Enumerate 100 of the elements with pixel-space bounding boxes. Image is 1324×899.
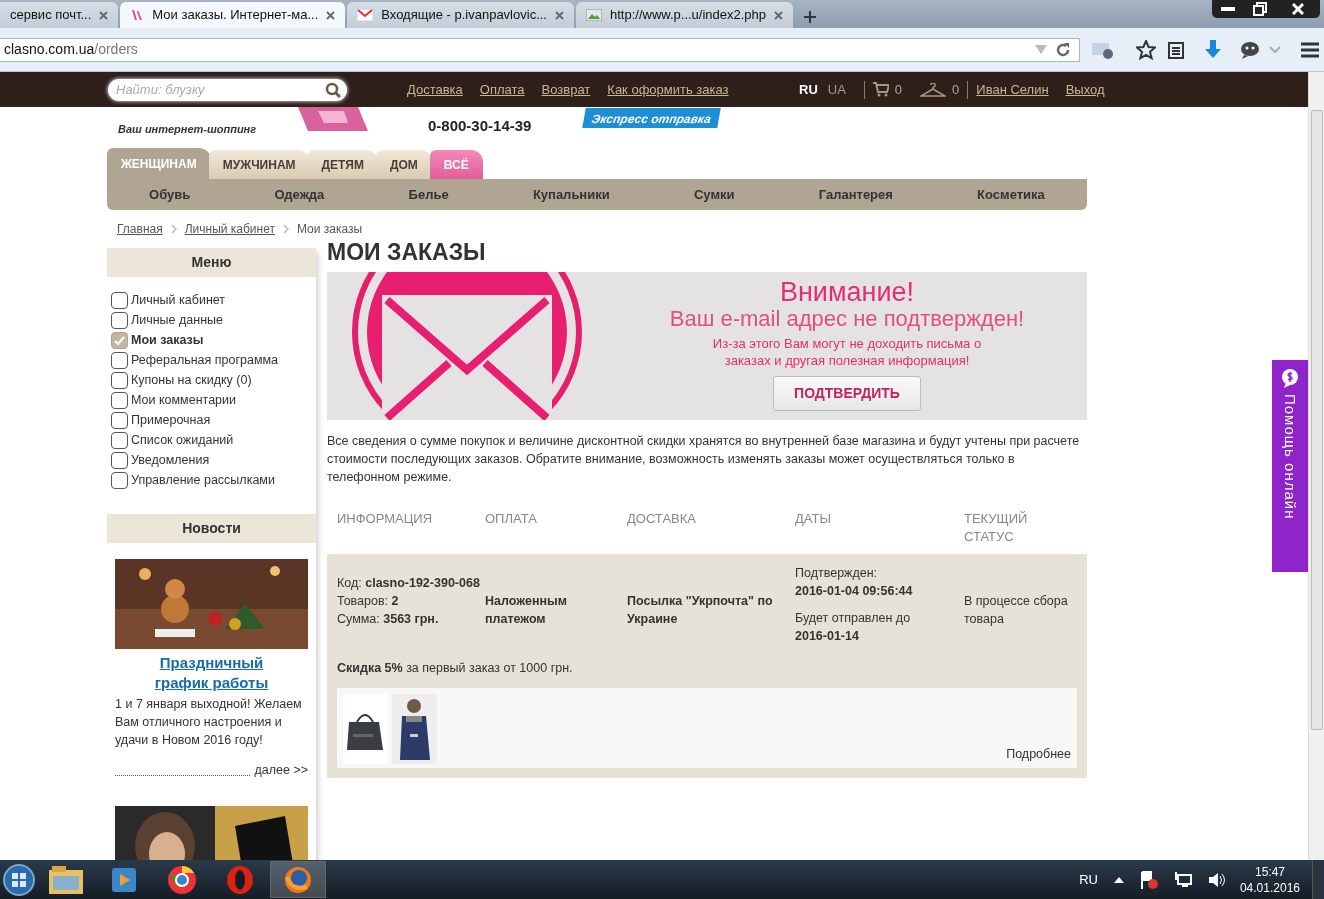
column-header: ДАТЫ [795,510,832,528]
header-link[interactable]: Возврат [541,79,591,100]
checkbox[interactable] [111,311,128,329]
menu-item[interactable]: Мои комментарии [107,390,316,410]
subcategory-link[interactable]: Галантерея [818,184,893,205]
header-link[interactable]: Как оформить заказ [607,79,729,100]
clock-date[interactable]: 04.01.2016 [1239,879,1300,896]
address-field[interactable]: clasno.com.ua/orders [0,37,1080,62]
start-button[interactable] [2,862,36,897]
network-icon[interactable] [1173,871,1192,888]
menu-item[interactable]: Список ожиданий [107,430,316,450]
confirm-button[interactable]: ПОДТВЕРДИТЬ [773,376,921,411]
subcategory-link[interactable]: Белье [408,184,449,205]
more-link[interactable]: далее >> [254,761,308,780]
discount-note: Скидка 5% за первый заказ от 1000 грн. [337,660,574,677]
details-link[interactable]: Подробнее [1006,745,1071,764]
news-title-link[interactable]: Праздничный график работы [137,653,286,693]
category-tab[interactable]: ДОМ [375,150,432,179]
breadcrumb-link[interactable]: Личный кабинет [184,220,275,238]
menu-item[interactable]: Купоны на скидку (0) [107,370,316,390]
language-option[interactable]: UA [827,79,846,100]
order-info: Сумма: 3563 грн. [337,611,440,628]
express-badge: Экспресс отправка [582,108,721,128]
date-label: Подтвержден: [795,565,879,582]
payment-method: Наложенным платежом [485,593,568,628]
subcategory-link[interactable]: Сумки [693,184,735,205]
menu-icon[interactable] [1300,41,1320,58]
date-label: Будет отправлен до [795,610,912,627]
clipboard-icon[interactable] [1168,40,1184,59]
checkbox[interactable] [111,391,128,409]
chat-icon [1280,368,1300,388]
hanger-icon[interactable] [920,82,947,97]
breadcrumb-link[interactable]: Главная [117,220,163,238]
chat-icon[interactable] [1240,40,1260,59]
checkbox[interactable] [111,411,128,429]
language-option[interactable]: RU [799,79,818,100]
checkbox[interactable] [111,451,128,469]
news-heading: Новости [107,514,316,543]
date-value: 2016-01-04 09:56:44 [795,583,914,600]
restore-icon[interactable] [1253,2,1267,16]
phone-number: 0-800-30-14-39 [428,116,533,136]
bookmark-star-icon[interactable] [1136,39,1156,60]
subcategory-link[interactable]: Обувь [149,184,191,205]
keyboard-language[interactable]: RU [1079,869,1098,890]
header-link[interactable]: Доставка [407,79,463,100]
search-icon[interactable] [325,81,341,98]
favicon-icon [357,9,374,21]
logout-link[interactable]: Выход [1065,79,1105,100]
favicon-icon [585,9,602,21]
column-header: ОПЛАТА [485,510,538,528]
help-tab[interactable]: Помощь онлайн [1272,360,1308,572]
user-link[interactable]: Иван Селин [976,79,1049,100]
category-tab[interactable]: ДЕТЯМ [307,150,378,179]
browser-tab[interactable]: Входящие - p.ivanpavlovic... [347,2,574,28]
cart-icon[interactable] [872,82,889,97]
menu-item[interactable]: Управление рассылками [107,470,316,490]
header-link[interactable]: Оплата [479,79,525,100]
news-text: 1 и 7 января выходной! Желаем Вам отличного настроения и удачи в Новом 2016 году! [114,696,303,749]
fitting-count: 0 [952,80,960,99]
download-icon[interactable] [1204,39,1222,60]
menu-item[interactable]: Мои заказы [107,330,316,350]
checkbox[interactable] [111,431,128,449]
search-field[interactable]: Найти: блузку [108,78,347,101]
browser-tab[interactable]: Мои заказы. Интернет-ма... [120,2,346,28]
tray-arrow-icon[interactable] [1113,876,1124,883]
checkbox[interactable] [111,471,128,489]
alert-heading: Внимание! [779,278,915,307]
delivery-method: Посылка "Укрпочта" по Украине [627,593,774,628]
menu-item[interactable]: Реферальная программа [107,350,316,370]
subcategory-link[interactable]: Косметика [977,184,1045,205]
alert-text: Из-за этого Вам могут не доходить письма о заказах и другая полезная информация! [711,335,983,369]
clock-time[interactable]: 15:47 [1239,863,1300,880]
column-header: ТЕКУЩИЙ СТАТУС [964,510,1029,546]
checkbox[interactable] [111,351,128,369]
flag-icon[interactable] [1139,870,1158,889]
tagline: Ваш интернет-шоппинг [118,122,258,137]
category-tab[interactable]: МУЖЧИНАМ [208,150,310,179]
checkbox[interactable] [111,371,128,389]
date-value: 2016-01-14 [795,628,860,645]
chevron-icon [170,224,177,234]
logo-icon[interactable] [298,107,368,131]
menu-heading: Меню [107,248,316,277]
checkbox[interactable] [111,291,128,309]
menu-item[interactable]: Уведомления [107,450,316,470]
browser-tab[interactable]: сервис почт... [0,2,119,28]
checkbox[interactable] [111,331,128,349]
menu-item[interactable]: Личный кабинет [107,290,316,310]
order-info: Код: clasno-192-390-068 [337,575,481,592]
new-tab-icon[interactable] [803,10,818,24]
alert-subheading: Ваш e-mail адрес не подтвержден! [669,307,1025,331]
order-info: Товаров: 2 [337,593,400,610]
subcategory-link[interactable]: Купальники [532,184,610,205]
subcategory-link[interactable]: Одежда [274,184,325,205]
info-paragraph: Все сведения о сумме покупок и величине дисконтной скидки хранятся во внутренней базе магазина и будут учтены при расчете стоимости последующих заказов. Обратите внимание, возможность изменять заказы может осуществляться только в телефонном режиме. [327,433,1081,486]
menu-item[interactable]: Личные данные [107,310,316,330]
scrollbar[interactable] [1308,72,1324,860]
browser-tab[interactable]: http://www.p...u/index2.php [575,2,794,28]
volume-icon[interactable] [1207,871,1226,888]
menu-item[interactable]: Примерочная [107,410,316,430]
reload-icon[interactable] [1055,41,1071,58]
